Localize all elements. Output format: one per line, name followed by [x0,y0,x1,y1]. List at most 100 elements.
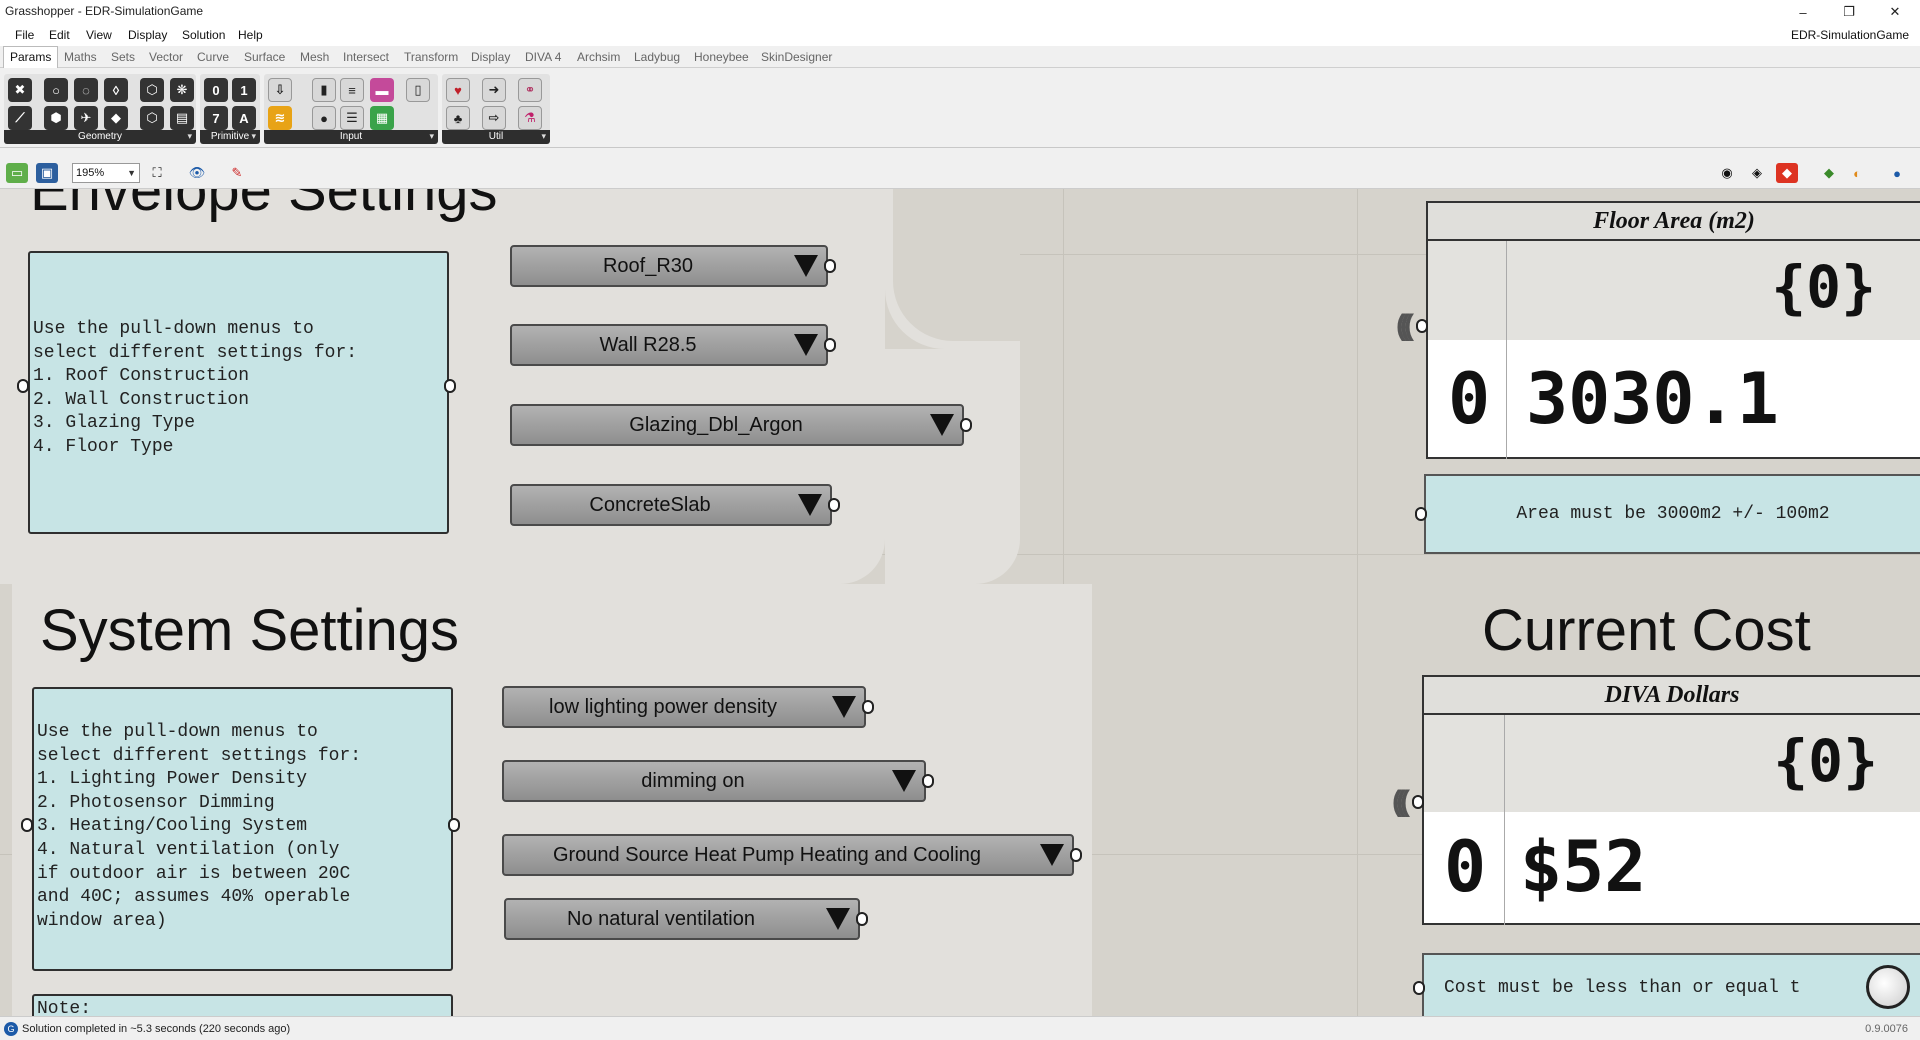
selected-only-icon[interactable]: ◆ [1818,163,1840,183]
import-icon[interactable]: ⇩ [268,78,292,102]
value-list-icon[interactable]: ☰ [340,106,364,130]
tab-ladybug[interactable]: Ladybug [634,50,680,64]
panel-input-port[interactable] [1415,507,1427,521]
tab-sets[interactable]: Sets [111,50,135,64]
dropdown-output-port[interactable] [828,498,840,512]
dropdown-output-port[interactable] [824,259,836,273]
menu-edit[interactable]: Edit [49,28,70,42]
note-input-port[interactable] [17,379,29,393]
point-param-icon[interactable]: ◆ [104,106,128,130]
number-param-icon[interactable]: 0 [204,78,228,102]
roof-dropdown[interactable]: Roof_R30 [510,245,828,287]
lighting-dropdown[interactable]: low lighting power density [502,686,866,728]
sketch-pen-icon[interactable]: ✎ [226,163,248,183]
preview-shaded-icon[interactable]: ◆ [1776,163,1798,183]
panel-input-port[interactable] [1413,981,1425,995]
link-icon[interactable]: ⚭ [518,78,542,102]
preview-wire-icon[interactable]: ◈ [1746,163,1768,183]
dropdown-output-port[interactable] [856,912,868,926]
menu-solution[interactable]: Solution [182,28,225,42]
integer-param-icon[interactable]: 7 [204,106,228,130]
tab-diva4[interactable]: DIVA 4 [525,50,561,64]
restore-button[interactable]: ❐ [1826,0,1872,24]
note-output-port[interactable] [448,818,460,832]
boolean-param-icon[interactable]: 1 [232,78,256,102]
dropdown-output-port[interactable] [824,338,836,352]
text-param-icon[interactable]: A [232,106,256,130]
close-button[interactable]: ✕ [1872,0,1918,24]
tab-curve[interactable]: Curve [197,50,229,64]
note-input-port[interactable] [21,818,33,832]
menu-help[interactable]: Help [238,28,263,42]
save-icon[interactable]: ▣ [36,163,58,183]
menu-view[interactable]: View [86,28,112,42]
tab-display[interactable]: Display [471,50,510,64]
dimming-dropdown[interactable]: dimming on [502,760,926,802]
circle-param-icon[interactable]: ○ [44,78,68,102]
panel-input-port[interactable] [1416,319,1428,333]
panel-input-port[interactable] [1412,795,1424,809]
open-file-icon[interactable]: ▭ [6,163,28,183]
zoom-select[interactable]: 195% ▼ [72,163,140,183]
system-note-secondary: Note: [32,994,453,1016]
button-icon[interactable]: ● [312,106,336,130]
cherry-icon[interactable]: ♥ [446,78,470,102]
minimize-button[interactable]: – [1780,0,1826,24]
expand-icon[interactable]: ▾ [187,131,192,142]
matrix-icon[interactable]: ▦ [370,106,394,130]
tab-intersect[interactable]: Intersect [343,50,389,64]
dropdown-output-port[interactable] [960,418,972,432]
arrow-right-icon[interactable]: ➜ [482,78,506,102]
zoom-extents-icon[interactable]: ⛶ [146,163,168,183]
document-preview-icon[interactable]: ● [1886,163,1908,183]
preview-settings-icon[interactable]: ◐ [1846,163,1868,183]
field-param-icon[interactable]: ❋ [170,78,194,102]
hvac-dropdown[interactable]: Ground Source Heat Pump Heating and Cool… [502,834,1074,876]
expand-icon[interactable]: ▾ [541,131,546,142]
dropdown-output-port[interactable] [862,700,874,714]
tab-honeybee[interactable]: Honeybee [694,50,749,64]
note-output-port[interactable] [444,379,456,393]
grasshopper-canvas[interactable]: Envelope Settings Use the pull-down menu… [0,189,1920,1016]
tab-skindesigner[interactable]: SkinDesigner [761,50,832,64]
box-param-icon[interactable]: ⬢ [44,106,68,130]
tab-params[interactable]: Params [3,46,59,68]
dropdown-output-port[interactable] [1070,848,1082,862]
wall-dropdown[interactable]: Wall R28.5 [510,324,828,366]
group-param-icon[interactable]: ▤ [170,106,194,130]
gradient-icon[interactable]: ▬ [370,78,394,102]
glazing-dropdown[interactable]: Glazing_Dbl_Argon [510,404,964,446]
tab-archsim[interactable]: Archsim [577,50,620,64]
plane-param-icon[interactable]: ✈ [74,106,98,130]
graph-mapper-icon[interactable]: ≋ [268,106,292,130]
tab-mesh[interactable]: Mesh [300,50,329,64]
geometry-icon[interactable]: ✖ [8,78,32,102]
preview-eye-icon[interactable]: 👁 [186,163,208,183]
flask-icon[interactable]: ⚗ [518,106,542,130]
tab-transform[interactable]: Transform [404,50,458,64]
brep-param-icon[interactable]: ⬡ [140,106,164,130]
curve-param-icon[interactable]: ◌ [74,78,98,102]
tab-maths[interactable]: Maths [64,50,97,64]
expand-icon[interactable]: ▾ [251,131,256,142]
panel-icon[interactable]: ▯ [406,78,430,102]
expand-icon[interactable]: ▾ [429,131,434,142]
arrow-outline-icon[interactable]: ⇨ [482,106,506,130]
toggle-icon[interactable]: ▮ [312,78,336,102]
mesh-param-icon[interactable]: ⬡ [140,78,164,102]
resize-handle-icon[interactable] [1866,965,1910,1009]
preview-off-icon[interactable]: ◉ [1716,163,1738,183]
dropdown-output-port[interactable] [922,774,934,788]
ventilation-dropdown[interactable]: No natural ventilation [504,898,860,940]
line-param-icon[interactable]: ⟋ [8,106,32,130]
menu-display[interactable]: Display [128,28,167,42]
surface-param-icon[interactable]: ◊ [104,78,128,102]
tab-surface[interactable]: Surface [244,50,285,64]
floor-area-index: 0 [1448,358,1491,440]
component-tabs: Params Maths Sets Vector Curve Surface M… [0,46,1920,68]
slider-icon[interactable]: ≡ [340,78,364,102]
tree-icon[interactable]: ♣ [446,106,470,130]
tab-vector[interactable]: Vector [149,50,183,64]
floor-dropdown[interactable]: ConcreteSlab [510,484,832,526]
menu-file[interactable]: File [15,28,34,42]
